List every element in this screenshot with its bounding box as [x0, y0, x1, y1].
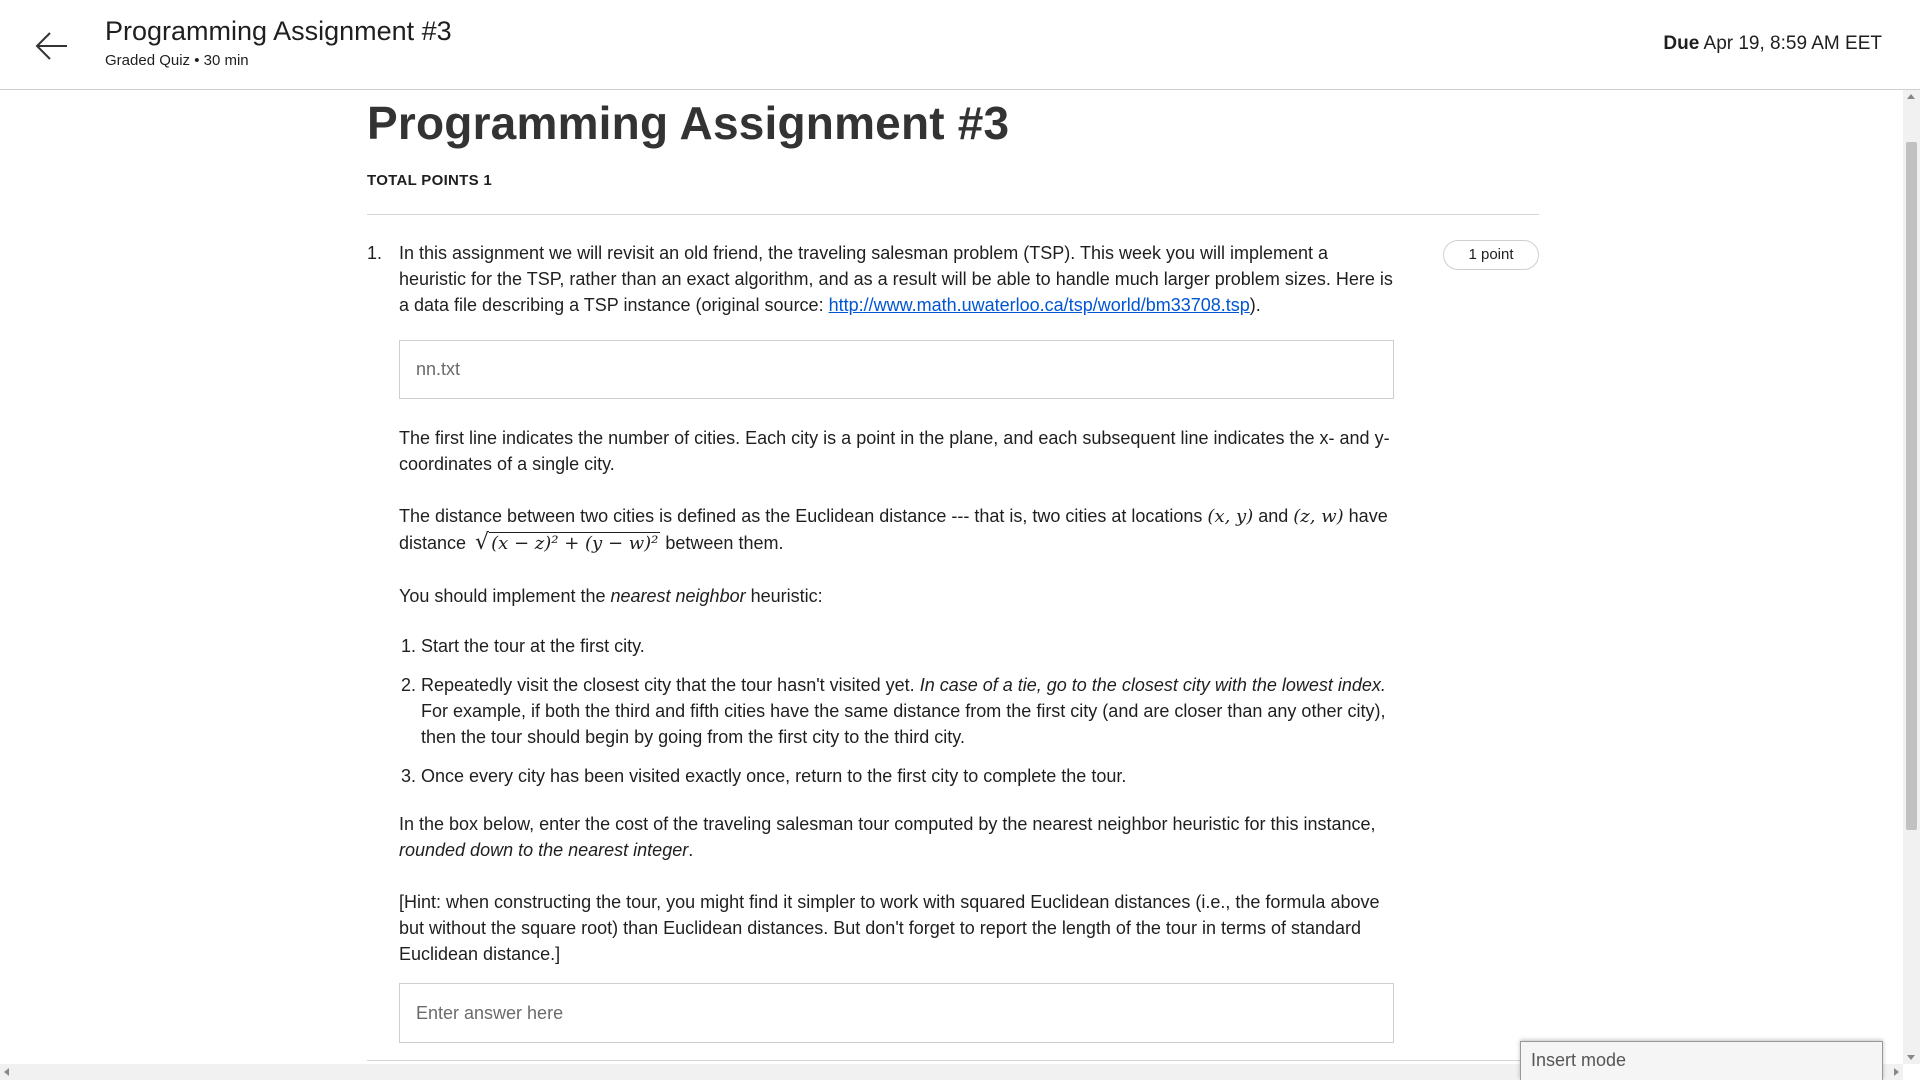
math-sqrt-body: (x − z)² + (y − w)²	[489, 532, 661, 554]
para2-and: and	[1253, 506, 1294, 526]
math-sqrt-formula: √ (x − z)² + (y − w)²	[471, 530, 661, 557]
page-title: Programming Assignment #3	[367, 97, 1010, 149]
scroll-up-icon[interactable]	[1907, 94, 1915, 99]
scroll-down-icon[interactable]	[1907, 1055, 1915, 1060]
step2-a: Repeatedly visit the closest city that t…	[421, 675, 920, 695]
vertical-scrollbar[interactable]	[1903, 90, 1920, 1064]
source-link[interactable]: http://www.math.uwaterloo.ca/tsp/world/b…	[829, 295, 1250, 315]
list-item: Start the tour at the first city.	[421, 633, 1394, 659]
steps-list: Start the tour at the first city. Repeat…	[399, 633, 1394, 789]
para4-a: In the box below, enter the cost of the …	[399, 814, 1376, 834]
para-distance: The distance between two cities is defin…	[399, 503, 1394, 557]
scroll-left-icon[interactable]	[4, 1068, 9, 1076]
points-badge: 1 point	[1443, 240, 1539, 270]
total-points: TOTAL POINTS 1	[367, 172, 493, 189]
divider	[367, 214, 1539, 215]
para2-a: The distance between two cities is defin…	[399, 506, 1208, 526]
data-file-box[interactable]: nn.txt	[399, 340, 1394, 399]
back-arrow-icon[interactable]	[34, 28, 70, 64]
due-label: Due	[1663, 33, 1700, 54]
math-zw: (z, w)	[1293, 506, 1344, 527]
question-intro: In this assignment we will revisit an ol…	[399, 240, 1394, 318]
header-title: Programming Assignment #3	[105, 16, 452, 46]
scrollbar-thumb[interactable]	[1906, 142, 1917, 830]
para3-a: You should implement the	[399, 586, 611, 606]
para-hint: [Hint: when constructing the tour, you m…	[399, 892, 1380, 964]
para3-em: nearest neighbor	[610, 586, 746, 606]
question-body: In this assignment we will revisit an ol…	[399, 240, 1394, 1043]
top-header: Programming Assignment #3 Graded Quiz • …	[0, 0, 1920, 90]
step2-em: In case of a tie, go to the closest city…	[919, 675, 1386, 695]
para4-b: .	[688, 840, 694, 860]
due-date: Due Apr 19, 8:59 AM EET	[1663, 33, 1882, 55]
math-xy: (x, y)	[1207, 506, 1254, 527]
sqrt-sign-icon: √	[475, 530, 490, 555]
para-heuristic: You should implement the nearest neighbo…	[399, 583, 1394, 609]
para4-em: rounded down to the nearest integer	[399, 840, 689, 860]
scroll-right-icon[interactable]	[1894, 1068, 1899, 1076]
due-value: Apr 19, 8:59 AM EET	[1703, 33, 1882, 54]
para3-b: heuristic:	[745, 586, 823, 606]
question-number: 1.	[367, 243, 383, 263]
para-answer-instructions: In the box below, enter the cost of the …	[399, 811, 1394, 863]
para-format: The first line indicates the number of c…	[399, 428, 1390, 474]
intro-end: ).	[1249, 295, 1261, 315]
para2-c: between them.	[660, 533, 784, 553]
question-1: 1. 1 point In this assignment we will re…	[367, 240, 1539, 1043]
main-content: Programming Assignment #3 TOTAL POINTS 1…	[367, 90, 1539, 1043]
list-item: Repeatedly visit the closest city that t…	[421, 672, 1394, 750]
step2-b: For example, if both the third and fifth…	[421, 701, 1386, 747]
header-subtitle: Graded Quiz • 30 min	[105, 52, 249, 69]
insert-mode-indicator: Insert mode	[1520, 1041, 1883, 1080]
bottom-divider	[367, 1060, 1539, 1061]
answer-input[interactable]	[399, 983, 1394, 1043]
list-item: Once every city has been visited exactly…	[421, 763, 1394, 789]
